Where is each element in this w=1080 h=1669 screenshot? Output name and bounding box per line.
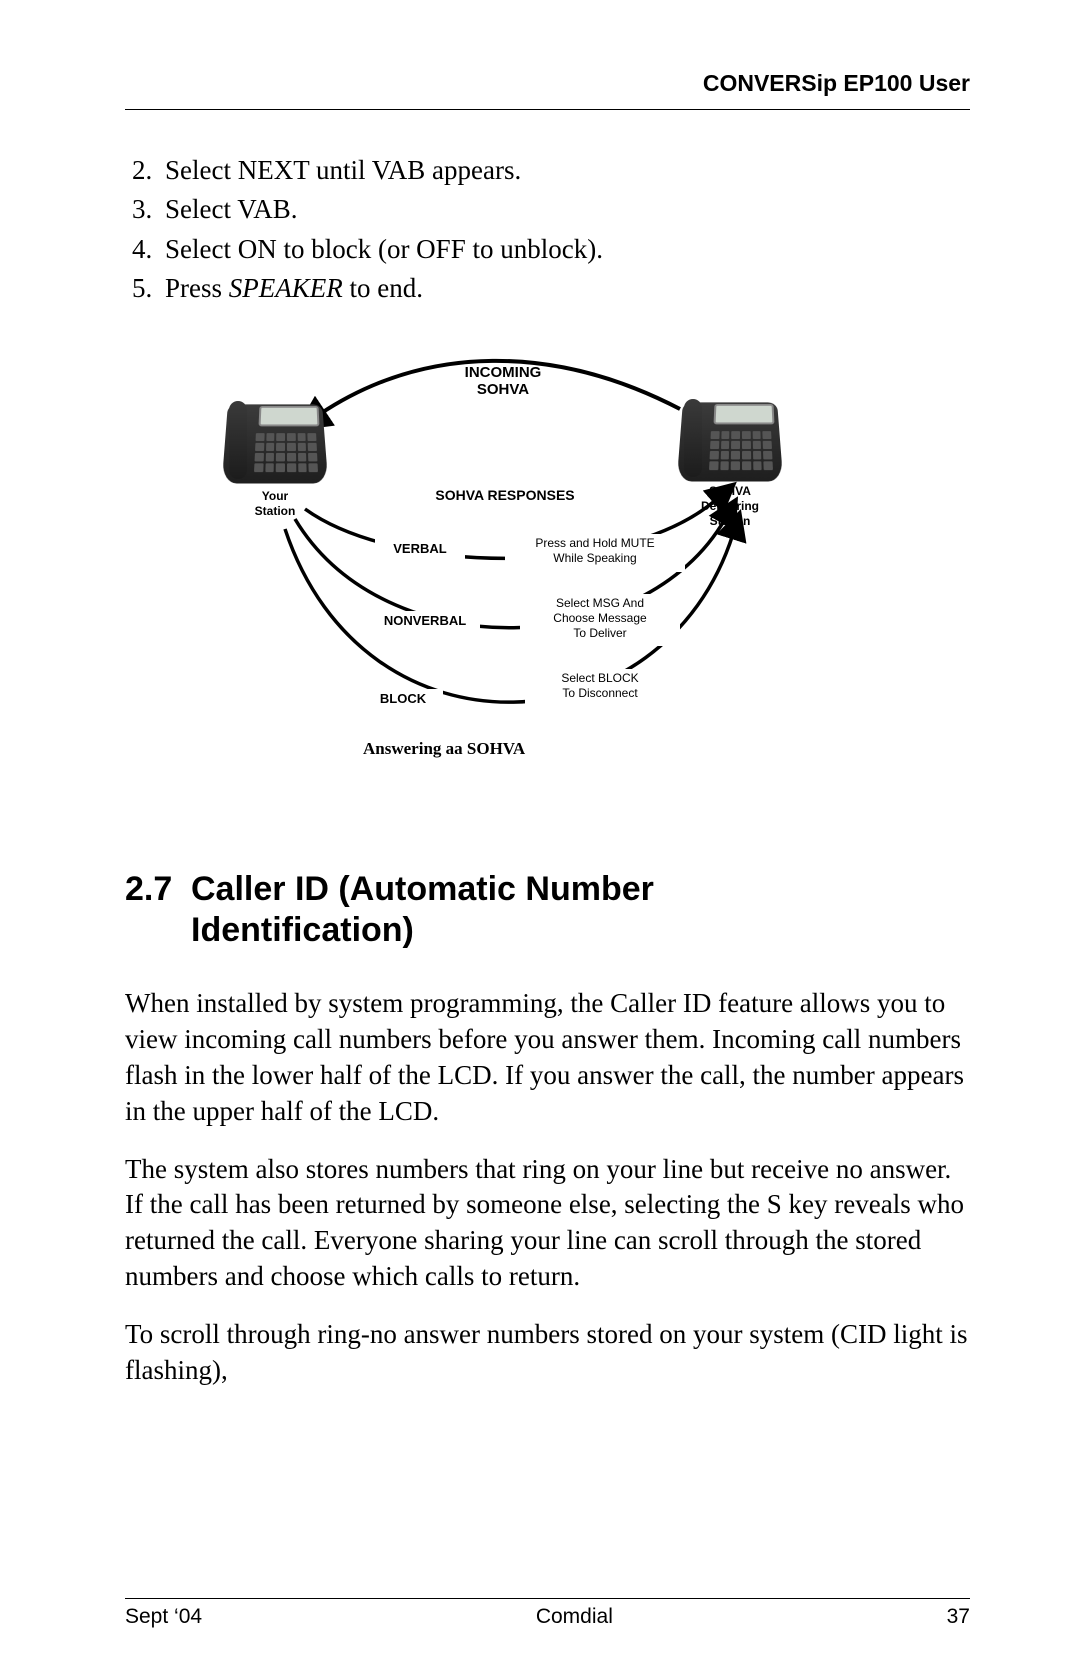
speaker-keyword: SPEAKER: [229, 273, 343, 303]
sohva-diagram: INCOMING SOHVA Your Station SOHVA RESPON…: [125, 349, 970, 829]
header-title: CONVERSip EP100 User: [703, 70, 970, 96]
block-label: BLOCK: [365, 691, 441, 707]
nonverbal-desc: Select MSG And Choose Message To Deliver: [522, 596, 678, 641]
your-station-phone-icon: [225, 399, 325, 484]
paragraph-2: The system also stores numbers that ring…: [125, 1152, 970, 1296]
page-header: CONVERSip EP100 User: [125, 70, 970, 110]
your-station-label: Your Station: [240, 489, 310, 519]
footer-brand: Comdial: [536, 1605, 613, 1629]
step-3: Select VAB.: [159, 191, 970, 228]
section-title-line2: Identification): [191, 911, 414, 949]
section-number: 2.7: [125, 869, 191, 910]
page: CONVERSip EP100 User Select NEXT until V…: [0, 0, 1080, 1669]
verbal-label: VERBAL: [377, 541, 463, 557]
incoming-sohva-label: INCOMING SOHVA: [443, 364, 563, 398]
footer-page-number: 37: [947, 1605, 970, 1629]
delivering-station-label: SOHVA Delivering Station: [690, 484, 770, 529]
page-footer: Sept ‘04 Comdial 37: [125, 1598, 970, 1629]
step-4: Select ON to block (or OFF to unblock).: [159, 231, 970, 268]
verbal-desc: Press and Hold MUTE While Speaking: [507, 536, 683, 566]
step-2: Select NEXT until VAB appears.: [159, 152, 970, 189]
delivering-station-phone-icon: [680, 397, 780, 482]
block-desc: Select BLOCK To Disconnect: [527, 671, 673, 701]
section-title-line1: Caller ID (Automatic Number: [191, 870, 654, 908]
step-5: Press SPEAKER to end.: [159, 270, 970, 307]
sohva-responses-label: SOHVA RESPONSES: [415, 487, 595, 503]
paragraph-1: When installed by system programming, th…: [125, 986, 970, 1130]
section-heading: 2.7Caller ID (Automatic Number Identific…: [125, 869, 970, 952]
instruction-list: Select NEXT until VAB appears. Select VA…: [125, 152, 970, 309]
paragraph-3: To scroll through ring-no answer numbers…: [125, 1317, 970, 1389]
footer-date: Sept ‘04: [125, 1605, 202, 1629]
diagram-caption: Answering aa SOHVA: [363, 739, 525, 759]
nonverbal-label: NONVERBAL: [372, 613, 478, 629]
